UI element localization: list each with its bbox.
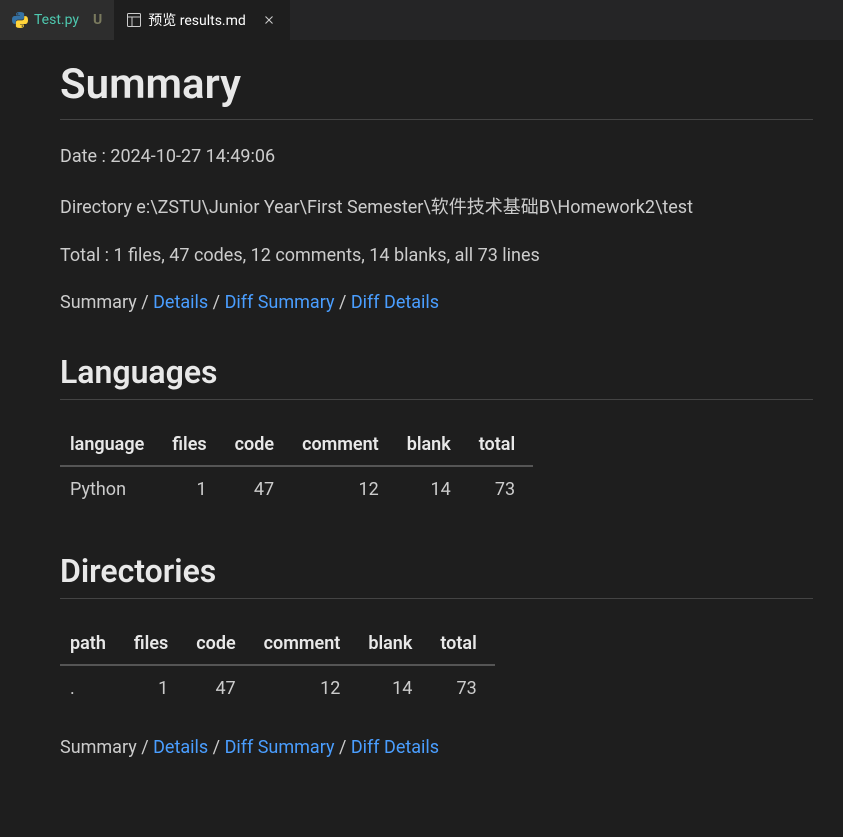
- table-row: . 1 47 12 14 73: [60, 665, 495, 711]
- th-files: files: [124, 623, 186, 665]
- th-blank: blank: [397, 424, 469, 466]
- cell-path: .: [60, 665, 124, 711]
- th-code: code: [186, 623, 253, 665]
- markdown-preview: Summary Date : 2024-10-27 14:49:06 Direc…: [0, 40, 843, 778]
- th-language: language: [60, 424, 162, 466]
- link-diff-summary[interactable]: Diff Summary: [225, 737, 335, 758]
- cell-comment: 12: [292, 466, 397, 512]
- cell-total: 73: [430, 665, 494, 711]
- th-total: total: [469, 424, 533, 466]
- tab-label: 预览 results.md: [148, 10, 246, 30]
- table-row: Python 1 47 12 14 73: [60, 466, 533, 512]
- cell-files: 1: [162, 466, 224, 512]
- link-diff-details[interactable]: Diff Details: [351, 292, 439, 313]
- total-line: Total : 1 files, 47 codes, 12 comments, …: [60, 245, 813, 266]
- th-path: path: [60, 623, 124, 665]
- th-files: files: [162, 424, 224, 466]
- modified-indicator: U: [93, 12, 102, 28]
- cell-language: Python: [60, 466, 162, 512]
- nav-breadcrumb: Summary / Details / Diff Summary / Diff …: [60, 292, 813, 313]
- table-header-row: language files code comment blank total: [60, 424, 533, 466]
- cell-files: 1: [124, 665, 186, 711]
- date-line: Date : 2024-10-27 14:49:06: [60, 146, 813, 167]
- languages-table: language files code comment blank total …: [60, 424, 533, 512]
- python-icon: [12, 12, 28, 28]
- tab-results-md[interactable]: 预览 results.md: [114, 0, 290, 40]
- directories-heading: Directories: [60, 552, 813, 599]
- editor-tabs: Test.py U 预览 results.md: [0, 0, 843, 40]
- link-details[interactable]: Details: [153, 737, 208, 758]
- cell-blank: 14: [358, 665, 430, 711]
- table-header-row: path files code comment blank total: [60, 623, 495, 665]
- nav-breadcrumb-bottom: Summary / Details / Diff Summary / Diff …: [60, 737, 813, 758]
- close-icon[interactable]: [260, 11, 278, 29]
- languages-heading: Languages: [60, 353, 813, 400]
- directory-line: Directory e:\ZSTU\Junior Year\First Seme…: [60, 193, 813, 219]
- directories-table: path files code comment blank total . 1 …: [60, 623, 495, 711]
- cell-blank: 14: [397, 466, 469, 512]
- cell-total: 73: [469, 466, 533, 512]
- link-diff-details[interactable]: Diff Details: [351, 737, 439, 758]
- tab-test-py[interactable]: Test.py U: [0, 0, 114, 40]
- th-comment: comment: [292, 424, 397, 466]
- link-diff-summary[interactable]: Diff Summary: [225, 292, 335, 313]
- tab-label: Test.py: [34, 12, 79, 28]
- nav-summary: Summary: [60, 292, 137, 313]
- preview-icon: [126, 12, 142, 28]
- cell-code: 47: [186, 665, 253, 711]
- th-code: code: [225, 424, 292, 466]
- link-details[interactable]: Details: [153, 292, 208, 313]
- th-comment: comment: [254, 623, 359, 665]
- th-blank: blank: [358, 623, 430, 665]
- page-title: Summary: [60, 60, 813, 120]
- cell-code: 47: [225, 466, 292, 512]
- cell-comment: 12: [254, 665, 359, 711]
- th-total: total: [430, 623, 494, 665]
- nav-summary: Summary: [60, 737, 137, 758]
